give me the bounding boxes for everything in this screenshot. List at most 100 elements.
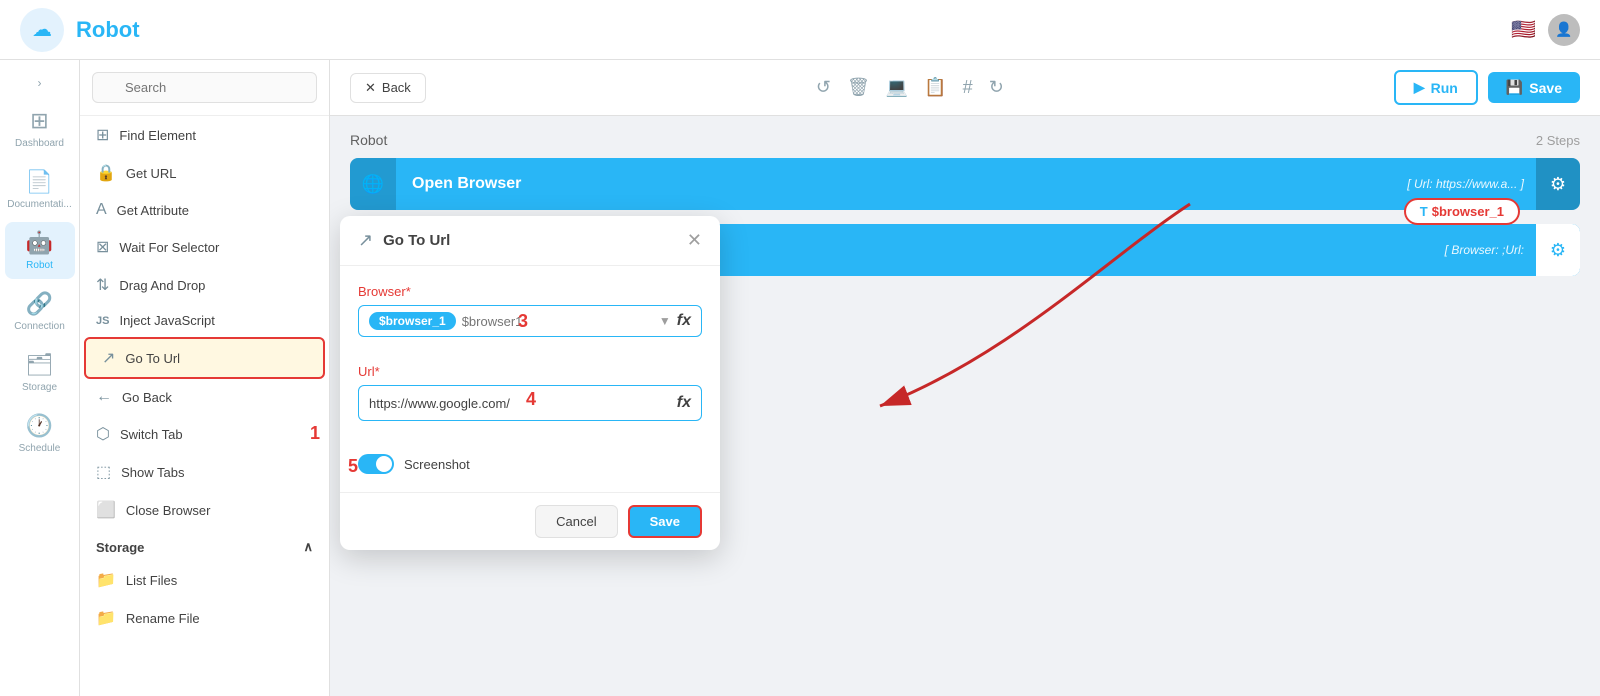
sidebar-item-robot[interactable]: 🤖 Robot [5,222,75,279]
required-star: * [406,284,411,299]
go-to-url-dialog: ↗ Go To Url ✕ Browser* $browser_1 [340,216,720,550]
url-input-row[interactable]: fx [358,385,702,421]
flag-icon: 🇺🇸 [1511,17,1536,42]
go-back-icon: ← [96,388,112,406]
get-attribute-label: Get Attribute [117,203,189,218]
undo-icon[interactable]: ↺ [816,77,831,98]
dialog-save-button[interactable]: Save [628,505,702,538]
dashboard-label: Dashboard [15,138,64,149]
dashboard-icon: ⊞ [30,108,48,134]
panel-sidebar: 🔍 ⊞ Find Element 🔒 Get URL A Get Attribu… [80,60,330,696]
sidebar-item-close-browser[interactable]: ⬜ Close Browser [80,491,329,529]
close-browser-label: Close Browser [126,503,211,518]
close-browser-icon: ⬜ [96,500,116,520]
rename-file-icon: 📁 [96,608,116,628]
avatar[interactable]: 👤 [1548,14,1580,46]
robot-icon: 🤖 [26,230,53,256]
sidebar-item-inject-js[interactable]: JS Inject JavaScript [80,304,329,337]
device-icon[interactable]: 💻 [886,77,908,98]
sidebar-item-drag-and-drop[interactable]: ⇅ Drag And Drop [80,266,329,304]
back-label: Back [382,80,411,95]
url-required-star: * [375,364,380,379]
sidebar-item-schedule[interactable]: 🕐 Schedule [5,405,75,462]
sidebar-item-documentation[interactable]: 📄 Documentati... [5,161,75,218]
dialog-icon: ↗ [358,230,373,251]
sidebar-item-rename-file[interactable]: 📁 Rename File [80,599,329,637]
back-button[interactable]: ✕ Back [350,73,426,103]
url-input[interactable] [369,396,671,411]
save-icon: 💾 [1506,79,1523,96]
dropdown-arrow-icon[interactable]: ▼ [659,314,671,328]
drag-drop-icon: ⇅ [96,275,109,295]
dialog-wrapper: ↗ Go To Url ✕ Browser* $browser_1 [330,196,1600,550]
sidebar-item-storage[interactable]: 🗂 Storage [5,344,75,401]
documentation-icon: 📄 [26,169,53,195]
logo-icon: ☁ [20,8,64,52]
list-files-label: List Files [126,573,177,588]
browser-input-row[interactable]: $browser_1 ▼ fx [358,305,702,337]
sidebar-item-find-element[interactable]: ⊞ Find Element [80,116,329,154]
cancel-button[interactable]: Cancel [535,505,617,538]
drag-drop-label: Drag And Drop [119,278,205,293]
sidebar-item-wait-for-selector[interactable]: ⊠ Wait For Selector [80,228,329,266]
find-element-icon: ⊞ [96,125,109,145]
nav-left: ☁ Robot [20,8,140,52]
search-container: 🔍 [80,60,329,116]
canvas-steps: 2 Steps [1536,133,1580,148]
fx-button-url[interactable]: fx [677,394,691,412]
get-url-label: Get URL [126,166,177,181]
browser-field: Browser* $browser_1 ▼ fx [358,284,702,337]
hash-icon[interactable]: # [963,77,973,98]
svg-text:☁: ☁ [32,19,52,41]
toolbar: ✕ Back ↺ 🗑 💻 📋 # ↻ ▶ Run 💾 Save [330,60,1600,116]
go-back-label: Go Back [122,390,172,405]
dialog-footer: Cancel Save [340,492,720,550]
url-field: Url* fx 4 [358,364,702,442]
sidebar-item-go-back[interactable]: ← Go Back [80,379,329,415]
toolbar-left: ✕ Back [350,73,426,103]
documentation-label: Documentati... [7,199,71,210]
sidebar-item-connection[interactable]: 🔗 Connection [5,283,75,340]
collapse-button[interactable]: › [32,70,48,96]
sidebar-item-switch-tab[interactable]: ⬡ Switch Tab [80,415,329,453]
search-input[interactable] [92,72,317,103]
storage-icon: 🗂 [26,352,54,378]
run-icon: ▶ [1414,79,1425,96]
fx-button-browser[interactable]: fx [677,312,691,330]
search-wrap: 🔍 [92,72,317,103]
robot-label: Robot [26,260,53,271]
storage-title: Storage [96,540,144,555]
sidebar-item-show-tabs[interactable]: ⬚ Show Tabs [80,453,329,491]
nav-right: 🇺🇸 👤 [1511,14,1580,46]
show-tabs-icon: ⬚ [96,462,111,482]
main-layout: › ⊞ Dashboard 📄 Documentati... 🤖 Robot 🔗… [0,60,1600,696]
go-to-url-label: Go To Url [125,351,180,366]
screenshot-toggle[interactable] [358,454,394,474]
sidebar-item-list-files[interactable]: 📁 List Files [80,561,329,599]
canvas-area: Robot 2 Steps 🌐 Open Browser [ Url: http… [330,116,1600,696]
dialog-title: Go To Url [383,232,450,249]
browser-input[interactable] [462,314,653,329]
sidebar-item-get-url[interactable]: 🔒 Get URL [80,154,329,192]
wait-selector-label: Wait For Selector [119,240,219,255]
clipboard-icon[interactable]: 📋 [924,77,946,98]
sidebar-item-get-attribute[interactable]: A Get Attribute [80,192,329,228]
run-label: Run [1431,80,1458,96]
canvas-title: Robot [350,132,387,148]
save-label: Save [1529,80,1562,96]
dialog-header-left: ↗ Go To Url [358,230,450,251]
storage-label: Storage [22,382,57,393]
storage-section-title: Storage ∧ [80,529,329,561]
save-button[interactable]: 💾 Save [1488,72,1580,103]
redo-icon[interactable]: ↻ [989,77,1004,98]
sidebar-item-go-to-url[interactable]: ↗ Go To Url [84,337,325,379]
run-button[interactable]: ▶ Run [1394,70,1478,105]
dialog-body: Browser* $browser_1 ▼ fx 3 [340,266,720,492]
list-files-icon: 📁 [96,570,116,590]
sidebar-item-dashboard[interactable]: ⊞ Dashboard [5,100,75,157]
storage-collapse-icon[interactable]: ∧ [303,539,313,555]
delete-icon[interactable]: 🗑 [847,77,870,98]
go-to-url-icon: ↗ [102,348,115,368]
switch-tab-label: Switch Tab [120,427,183,442]
dialog-close-button[interactable]: ✕ [687,230,702,251]
